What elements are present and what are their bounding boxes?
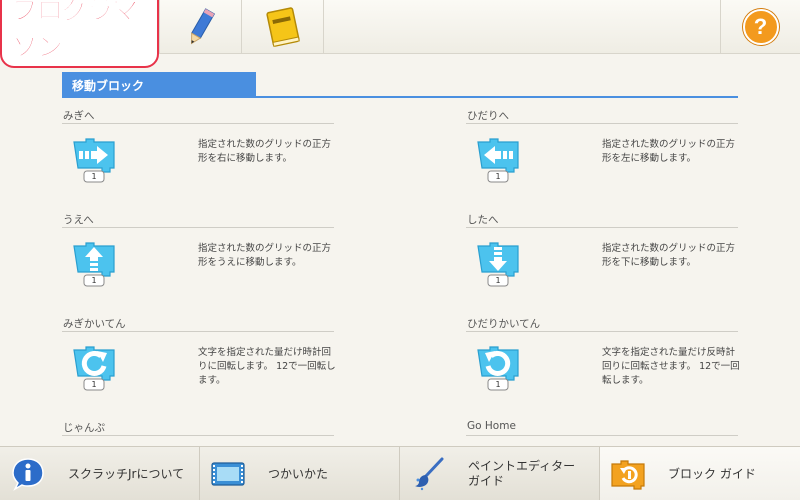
nav-how-to-use[interactable]: つかいかた — [200, 447, 400, 500]
entry-title: したへ — [466, 212, 738, 228]
block-value: 1 — [495, 172, 501, 181]
entry-description: 文字を指定された量だけ時計回りに回転します。 12で一回転します。 — [198, 347, 336, 386]
app-logo: プログラマソン — [0, 0, 160, 68]
nav-label: ブロック ガイド — [668, 466, 756, 481]
entry-title: うえへ — [62, 212, 334, 228]
nav-label: つかいかた — [268, 466, 329, 481]
block-entry-go-home: Go Home — [466, 420, 738, 440]
block-value: 1 — [495, 380, 501, 389]
info-icon — [12, 458, 44, 491]
block-guide-icon — [611, 460, 645, 490]
entry-title: じゃんぷ — [62, 420, 334, 436]
block-value: 1 — [91, 380, 97, 389]
block-entry-up: うえへ 1 指定された数のグリッドの正方形をうえに移動します。 — [62, 212, 334, 302]
nav-label: ペイントエディター ガイド — [468, 459, 576, 488]
entry-title: みぎかいてん — [62, 316, 334, 332]
nav-about-scratchjr[interactable]: スクラッチJrについて — [0, 447, 200, 500]
film-icon — [211, 462, 245, 486]
entry-description: 指定された数のグリッドの正方形をうえに移動します。 — [198, 243, 332, 268]
paintbrush-icon — [415, 457, 444, 491]
help-icon: ? — [742, 8, 779, 45]
nav-label: スクラッチJrについて — [68, 466, 185, 481]
entry-description: 指定された数のグリッドの正方形を下に移動します。 — [602, 243, 736, 268]
nav-block-guide[interactable]: ブロック ガイド — [600, 447, 800, 500]
block-entry-down: したへ 1 指定された数のグリッドの正方形を下に移動します。 — [466, 212, 738, 302]
block-entry-right: みぎへ 1 指定された数のグリッドの正方形を右に移動します。 — [62, 108, 334, 198]
entry-title: みぎへ — [62, 108, 334, 124]
nav-paint-editor-guide[interactable]: ペイントエディター ガイド — [400, 447, 600, 500]
section-title: 移動ブロック — [62, 72, 256, 96]
book-icon — [265, 6, 300, 47]
block-value: 1 — [91, 276, 97, 285]
entry-title: Go Home — [466, 420, 738, 436]
block-entry-jump: じゃんぷ — [62, 420, 334, 440]
entry-description: 指定された数のグリッドの正方形を左に移動します。 — [602, 139, 736, 164]
block-entry-rotate-left: ひだりかいてん 1 文字を指定された量だけ反時計回りに回転させます。 12で一回… — [466, 316, 740, 412]
block-entry-rotate-right: みぎかいてん 1 文字を指定された量だけ時計回りに回転します。 12で一回転しま… — [62, 316, 336, 412]
entry-title: ひだりへ — [466, 108, 738, 124]
entry-description: 指定された数のグリッドの正方形を右に移動します。 — [198, 139, 332, 164]
help-button[interactable]: ? — [720, 0, 800, 53]
bottom-navigation: スクラッチJrについて つかいかた ペイントエディター ガイド ブロック ガイド — [0, 446, 800, 500]
pencil-icon — [190, 7, 215, 44]
pencil-button[interactable] — [160, 0, 242, 53]
block-entry-left: ひだりへ 1 指定された数のグリッドの正方形を左に移動します。 — [466, 108, 738, 198]
book-button[interactable] — [242, 0, 324, 53]
block-value: 1 — [91, 172, 97, 181]
top-toolbar: プログラマソン ? — [0, 0, 800, 68]
block-value: 1 — [495, 276, 501, 285]
entry-description: 文字を指定された量だけ反時計回りに回転させます。 12で一回転します。 — [602, 347, 740, 386]
logo-text: プログラマソン — [0, 0, 159, 68]
entry-title: ひだりかいてん — [466, 316, 738, 332]
section-divider — [62, 96, 738, 98]
